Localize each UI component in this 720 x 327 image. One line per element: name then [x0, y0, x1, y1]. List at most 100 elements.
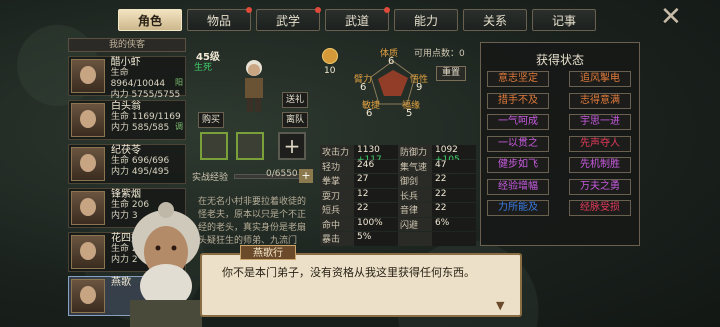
npc-portrait — [130, 202, 202, 327]
reset-button[interactable]: 重置 — [436, 66, 466, 81]
exp-value: 0/6550 — [266, 169, 298, 179]
status-skill[interactable]: 经脉受损 — [569, 200, 631, 216]
stat-key: 轻功 — [320, 159, 354, 173]
stat-row: 暴击 5% — [320, 232, 476, 246]
stat-value: 27 — [354, 174, 398, 188]
tab-6[interactable]: 记事 — [532, 9, 596, 31]
status-skill[interactable]: 宇思一进 — [569, 114, 631, 130]
leave-button[interactable]: 离队 — [282, 112, 308, 128]
stat-key: 命中 — [320, 217, 354, 231]
tab-1[interactable]: 物品 — [187, 7, 252, 31]
hero-portrait — [71, 59, 105, 93]
stat-cell: 闪避 6% — [398, 217, 476, 231]
exp-add-button[interactable]: + — [299, 169, 313, 183]
stat-key — [398, 232, 432, 246]
stat-value: 12 — [354, 188, 398, 202]
stat-cell: 集气速度 47 — [398, 159, 476, 186]
stat-key: 闪避 — [398, 217, 432, 231]
status-skill[interactable]: 健步如飞 — [487, 157, 549, 173]
status-skill[interactable]: 力所能及 — [487, 200, 549, 216]
stat-value: 1092 +105 — [432, 145, 476, 165]
stat-value: 5% — [354, 232, 398, 246]
status-skill[interactable]: 一以贯之 — [487, 135, 549, 152]
stat-row: 耍刀 12 长兵 22 — [320, 188, 476, 202]
hero-hp: 生命 8964/10044 — [110, 68, 166, 89]
stat-number: 22 — [435, 203, 447, 213]
stat-value: 22 — [432, 188, 476, 202]
stat-cell: 暴击 5% — [320, 232, 398, 246]
close-icon[interactable]: ✕ — [660, 4, 684, 30]
stat-value: 22 — [354, 203, 398, 217]
dialog-speaker: 燕歌行 — [240, 245, 296, 260]
add-equip-slot[interactable]: + — [278, 132, 306, 160]
tab-3[interactable]: 武道 — [325, 7, 390, 31]
hero-hp: 生命 1169/1169 — [111, 112, 181, 122]
buy-button[interactable]: 购买 — [198, 112, 224, 128]
status-panel-title: 获得状态 — [535, 53, 584, 67]
character-figure — [245, 60, 263, 112]
hero-info: 白头翁 生命 1169/1169 内力 585/585 — [107, 101, 181, 139]
radar-attr-value: 6 — [360, 82, 367, 93]
continue-arrow-icon[interactable]: ▼ — [496, 299, 508, 312]
stat-number: 246 — [357, 159, 375, 170]
stat-cell: 短兵 22 — [320, 203, 398, 217]
hero-row[interactable]: 醋小虾 生命 8964/10044 内力 5755/5755 阳 — [68, 56, 186, 100]
tab-2[interactable]: 武学 — [256, 7, 321, 31]
hero-row[interactable]: 白头翁 生命 1169/1169 内力 585/585 调 — [68, 100, 186, 140]
stat-value: 246 — [354, 159, 398, 173]
hero-info: 醋小虾 生命 8964/10044 内力 5755/5755 — [107, 57, 185, 100]
stat-key: 拳掌 — [320, 174, 354, 188]
stat-row: 攻击力 1130 +117防御力 1092 +105 — [320, 145, 476, 165]
radar-attr-value: 5 — [406, 108, 413, 119]
status-skill[interactable]: 先声夺人 — [569, 135, 631, 152]
hero-mp: 内力 495/495 — [111, 167, 170, 177]
coin-icon — [322, 48, 338, 64]
stat-value: 6% — [432, 217, 476, 231]
stat-number: 1130 — [357, 145, 380, 155]
stat-row: 命中 100% 闪避 6% — [320, 217, 476, 231]
radar-attr-value: 6 — [388, 56, 395, 67]
tab-4[interactable]: 能力 — [394, 9, 458, 31]
stat-value: 22 — [432, 203, 476, 217]
status-panel: 获得状态 意志坚定 追风掣电措手不及 志得意满一气呵成 宇思一进一以贯之 先声夺人健步如… — [480, 42, 640, 246]
stat-key: 耍刀 — [320, 188, 354, 202]
stat-value: 100% — [354, 217, 398, 231]
dialog-box[interactable] — [200, 253, 522, 317]
gift-button[interactable]: 送礼 — [282, 92, 308, 108]
stat-key: 音律 — [398, 203, 432, 217]
stat-cell: 命中 100% — [320, 217, 398, 231]
radar-attr-value: 9 — [416, 82, 423, 93]
stat-cell: 攻击力 1130 +117 — [320, 145, 398, 165]
stats-table: 攻击力 1130 +117防御力 1092 +105轻功 246 集气速度 47… — [320, 145, 476, 247]
status-label: 生死 — [194, 63, 213, 73]
equip-slot-weapon[interactable] — [200, 132, 228, 160]
tab-5[interactable]: 关系 — [463, 9, 527, 31]
status-skill[interactable]: 志得意满 — [569, 92, 631, 109]
stat-number: 22 — [435, 188, 447, 199]
stat-key: 集气速度 — [398, 159, 432, 186]
stat-number: 22 — [435, 174, 447, 184]
dialog-text: 你不是本门弟子，没有资格从我这里获得任何东西。 — [222, 266, 475, 279]
stat-key: 攻击力 — [320, 145, 354, 159]
stat-number: 27 — [357, 174, 369, 184]
stat-row: 短兵 22 音律 22 — [320, 203, 476, 217]
free-points: 可用点数：0 — [414, 49, 465, 59]
stat-cell: 轻功 246 — [320, 159, 398, 173]
hero-name: 白头翁 — [111, 101, 141, 112]
hero-portrait — [71, 191, 105, 225]
status-skill[interactable]: 措手不及 — [487, 92, 549, 109]
hero-row[interactable]: 纪茯苓 生命 696/696 内力 495/495 — [68, 144, 186, 184]
status-skill[interactable]: 一气呵成 — [487, 114, 549, 130]
stat-number: 22 — [357, 203, 369, 213]
status-skill[interactable]: 意志坚定 — [487, 71, 549, 87]
stat-row: 轻功 246 集气速度 47 — [320, 159, 476, 186]
status-skill[interactable]: 追风掣电 — [569, 71, 631, 87]
stat-value: 1130 +117 — [354, 145, 398, 165]
status-skill[interactable]: 先机制胜 — [569, 157, 631, 173]
equip-slot-armor[interactable] — [236, 132, 264, 160]
stat-key: 短兵 — [320, 203, 354, 217]
status-skill[interactable]: 经验增幅 — [487, 178, 549, 195]
stat-number: 5% — [357, 232, 372, 242]
tab-0[interactable]: 角色 — [118, 9, 182, 31]
status-skill[interactable]: 万夫之勇 — [569, 178, 631, 195]
